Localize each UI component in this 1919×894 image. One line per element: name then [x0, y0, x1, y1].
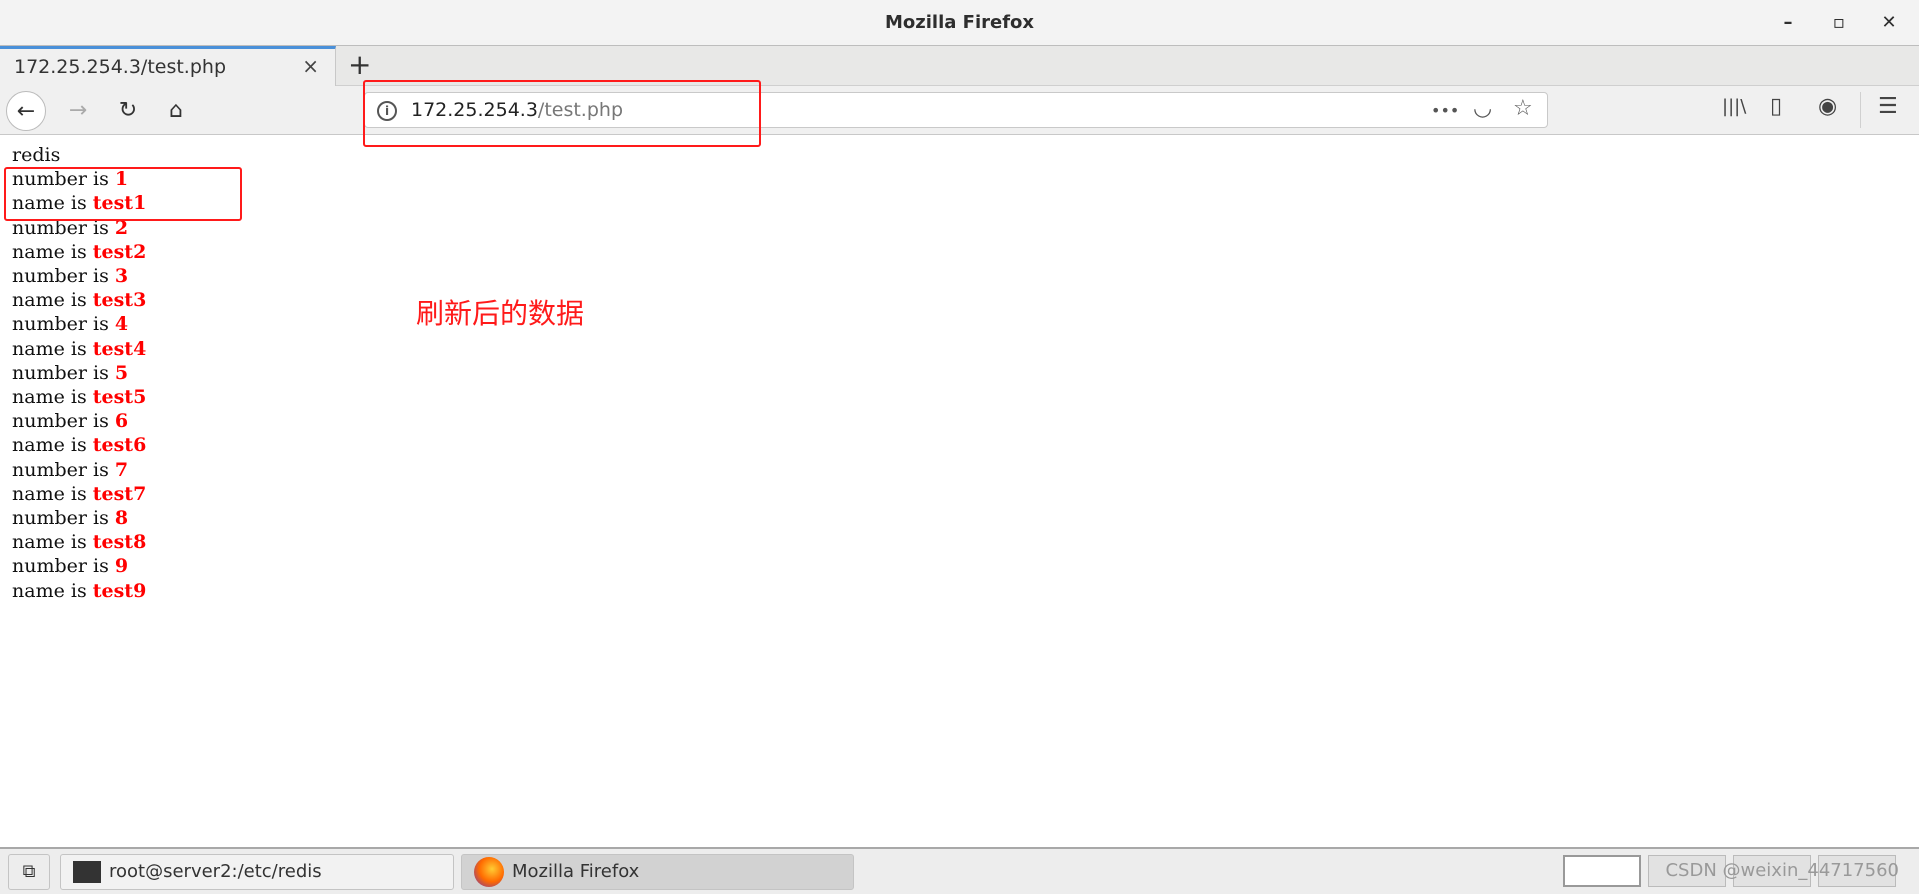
number-value: 4	[114, 313, 129, 336]
back-button[interactable]: ←	[6, 91, 46, 131]
taskbar-item-firefox[interactable]: Mozilla Firefox	[461, 854, 854, 890]
label: number is	[12, 458, 115, 481]
number-value: 9	[114, 555, 129, 578]
library-icon[interactable]: |||\	[1722, 96, 1746, 117]
bookmark-star-icon[interactable]: ☆	[1513, 96, 1533, 121]
reload-button[interactable]: ↻	[108, 91, 148, 131]
record-list: number is 1 name is test1 number is 2 name …	[12, 167, 146, 603]
taskbar: ⧉ root@server2:/etc/redis Mozilla Firefo…	[0, 847, 1919, 894]
label: name is	[12, 289, 93, 312]
name-value: test2	[92, 240, 147, 263]
number-line: number is 3	[12, 264, 146, 288]
label: number is	[12, 410, 115, 433]
tab-close-icon[interactable]: ×	[302, 54, 319, 78]
annotation-box-first-record	[4, 167, 242, 221]
name-line: name is test9	[12, 579, 146, 603]
pocket-icon[interactable]: ◡	[1473, 96, 1492, 121]
name-line: name is test7	[12, 482, 146, 506]
label: number is	[12, 555, 115, 578]
name-value: test9	[92, 579, 147, 602]
name-line: name is test4	[12, 337, 146, 361]
label: name is	[12, 482, 93, 505]
number-line: number is 9	[12, 554, 146, 578]
forward-button[interactable]: →	[58, 91, 98, 131]
window-titlebar: Mozilla Firefox – ▫ ✕	[0, 0, 1919, 46]
annotation-text: 刷新后的数据	[416, 297, 585, 330]
name-line: name is test8	[12, 530, 146, 554]
account-icon[interactable]: ◉	[1818, 94, 1837, 119]
workspace-1[interactable]	[1563, 855, 1641, 887]
page-heading: redis	[12, 144, 61, 166]
label: name is	[12, 531, 93, 554]
annotation-box-url	[363, 80, 761, 147]
label: number is	[12, 361, 115, 384]
menu-icon[interactable]: ☰	[1878, 94, 1898, 119]
number-line: number is 6	[12, 409, 146, 433]
watermark: CSDN @weixin_44717560	[1665, 860, 1899, 881]
terminal-icon	[73, 861, 101, 883]
page-actions-icon[interactable]: •••	[1431, 101, 1459, 120]
number-value: 8	[114, 507, 129, 530]
label: number is	[12, 507, 115, 530]
show-desktop-icon[interactable]: ⧉	[8, 854, 50, 890]
firefox-icon	[474, 857, 504, 887]
number-line: number is 8	[12, 506, 146, 530]
sidebar-icon[interactable]: ▯	[1770, 94, 1782, 119]
name-value: test3	[92, 289, 147, 312]
name-line: name is test5	[12, 385, 146, 409]
close-window-button[interactable]: ✕	[1876, 10, 1902, 36]
label: name is	[12, 337, 93, 360]
name-value: test6	[92, 434, 147, 457]
label: number is	[12, 313, 115, 336]
number-line: number is 4	[12, 312, 146, 336]
minimize-button[interactable]: –	[1775, 10, 1801, 36]
label: name is	[12, 434, 93, 457]
new-tab-button[interactable]: +	[348, 48, 371, 81]
name-line: name is test6	[12, 433, 146, 457]
number-line: number is 5	[12, 361, 146, 385]
tab-title: 172.25.254.3/test.php	[14, 56, 227, 78]
number-value: 3	[114, 265, 129, 288]
name-value: test4	[92, 337, 147, 360]
name-value: test8	[92, 531, 147, 554]
number-value: 5	[114, 361, 129, 384]
label: number is	[12, 265, 115, 288]
label: name is	[12, 386, 93, 409]
firefox-label: Mozilla Firefox	[512, 861, 640, 882]
maximize-button[interactable]: ▫	[1826, 10, 1852, 36]
name-value: test7	[92, 482, 147, 505]
tab-bar: 172.25.254.3/test.php × +	[0, 46, 1919, 86]
terminal-label: root@server2:/etc/redis	[109, 861, 322, 882]
number-value: 6	[114, 410, 129, 433]
name-value: test5	[92, 386, 147, 409]
home-button[interactable]: ⌂	[156, 91, 196, 131]
taskbar-item-terminal[interactable]: root@server2:/etc/redis	[60, 854, 454, 890]
navigation-toolbar: ← → ↻ ⌂ i 172.25.254.3/test.php ••• ◡ ☆ …	[0, 86, 1919, 135]
label: name is	[12, 240, 93, 263]
name-line: name is test2	[12, 240, 146, 264]
name-line: name is test3	[12, 288, 146, 312]
tab-test-php[interactable]: 172.25.254.3/test.php ×	[0, 46, 336, 86]
number-line: number is 7	[12, 458, 146, 482]
window-title: Mozilla Firefox	[884, 12, 1035, 33]
number-value: 7	[114, 458, 129, 481]
toolbar-divider	[1860, 92, 1861, 128]
label: name is	[12, 579, 93, 602]
